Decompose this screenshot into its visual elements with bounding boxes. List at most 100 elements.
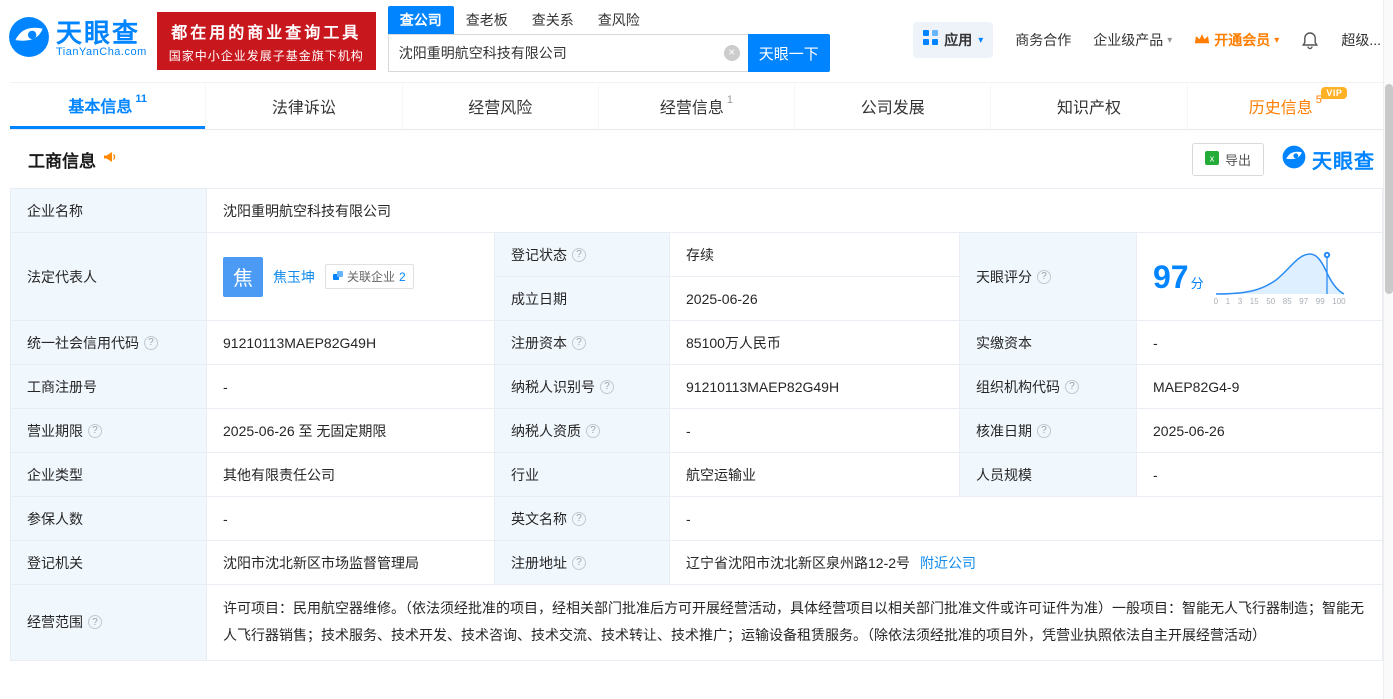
field-label: 企业类型 [11, 453, 207, 497]
help-icon[interactable]: ? [600, 380, 614, 394]
clear-search-icon[interactable]: × [724, 45, 740, 61]
announcement-icon [102, 149, 118, 170]
help-icon[interactable]: ? [572, 336, 586, 350]
help-icon[interactable]: ? [144, 336, 158, 350]
field-label: 纳税人资质 [511, 421, 581, 441]
nav-business-cooperation[interactable]: 商务合作 [1015, 30, 1071, 50]
crown-icon [1194, 32, 1210, 48]
help-icon[interactable]: ? [572, 556, 586, 570]
search-button[interactable]: 天眼一下 [748, 34, 830, 72]
business-term-value: 2025-06-26 至 无固定期限 [207, 409, 495, 453]
tab-operation-risk[interactable]: 经营风险 [402, 83, 598, 129]
field-label: 注册资本 [511, 333, 567, 353]
field-label-cell: 营业期限? [11, 409, 207, 453]
reg-address-value: 辽宁省沈阳市沈北新区泉州路12-2号 [686, 553, 910, 573]
legal-rep-cell: 焦 焦玉坤 关联企业 2 [207, 233, 495, 321]
help-icon[interactable]: ? [88, 424, 102, 438]
tab-basic-info[interactable]: 基本信息 11 [10, 83, 205, 129]
related-companies-badge[interactable]: 关联企业 2 [325, 264, 414, 289]
search-tab-company[interactable]: 查公司 [388, 6, 454, 34]
approval-date-value: 2025-06-26 [1137, 409, 1383, 453]
field-label: 英文名称 [511, 509, 567, 529]
insured-count-value: - [207, 497, 495, 541]
tab-history-info[interactable]: 历史信息 5 VIP [1187, 83, 1383, 129]
help-icon[interactable]: ? [1065, 380, 1079, 394]
help-icon[interactable]: ? [88, 615, 102, 629]
field-label: 企业名称 [11, 189, 207, 233]
tab-intellectual-property[interactable]: 知识产权 [990, 83, 1186, 129]
main-content: 工商信息 x 导出 天眼查 [0, 130, 1393, 661]
legal-rep-avatar[interactable]: 焦 [223, 257, 263, 297]
field-label-cell: 注册资本? [495, 321, 670, 365]
svg-text:x: x [1210, 153, 1215, 163]
tab-label: 历史信息 [1249, 94, 1313, 118]
axis-tick: 0 [1214, 297, 1218, 306]
export-button[interactable]: x 导出 [1192, 143, 1264, 176]
tab-count: 11 [135, 93, 147, 105]
reg-number-value: - [207, 365, 495, 409]
score-value: 97 [1153, 259, 1189, 295]
axis-tick: 97 [1299, 297, 1308, 306]
field-label-cell: 统一社会信用代码? [11, 321, 207, 365]
apps-label: 应用 [944, 30, 972, 50]
tab-count: 1 [727, 94, 733, 106]
help-icon[interactable]: ? [572, 248, 586, 262]
tianyancha-logo-icon [1282, 145, 1306, 174]
axis-tick: 100 [1332, 297, 1345, 306]
tab-label: 经营风险 [468, 94, 532, 118]
score-unit: 分 [1191, 276, 1204, 291]
reg-address-cell: 辽宁省沈阳市沈北新区泉州路12-2号 附近公司 [670, 541, 1383, 585]
chevron-down-icon: ▾ [1274, 35, 1279, 46]
field-label: 实缴资本 [960, 321, 1137, 365]
field-label: 营业期限 [27, 421, 83, 441]
field-label-cell: 注册地址? [495, 541, 670, 585]
vip-badge: VIP [1321, 87, 1347, 99]
scrollbar-thumb[interactable] [1385, 84, 1393, 294]
section-title: 工商信息 [28, 147, 96, 172]
tab-legal-proceedings[interactable]: 法律诉讼 [205, 83, 401, 129]
company-type-value: 其他有限责任公司 [207, 453, 495, 497]
nav-super-vip[interactable]: 超级... [1341, 30, 1381, 50]
field-label: 人员规模 [960, 453, 1137, 497]
paid-capital-value: - [1137, 321, 1383, 365]
field-label: 成立日期 [495, 277, 670, 321]
field-label: 经营范围 [27, 612, 83, 632]
header-nav: 应用 ▾ 商务合作 企业级产品 ▾ 开通会员 ▾ 超级... [913, 22, 1381, 58]
english-name-value: - [670, 497, 1383, 541]
apps-menu-button[interactable]: 应用 ▾ [913, 22, 993, 58]
tab-company-development[interactable]: 公司发展 [794, 83, 990, 129]
search-tab-risk[interactable]: 查风险 [586, 6, 652, 34]
nav-open-membership-label: 开通会员 [1214, 30, 1270, 50]
reg-authority-value: 沈阳市沈北新区市场监督管理局 [207, 541, 495, 585]
search-tab-relation[interactable]: 查关系 [520, 6, 586, 34]
score-curve-chart: 0 1 3 15 50 85 97 99 100 [1214, 248, 1346, 306]
tab-label: 公司发展 [861, 94, 925, 118]
taxpayer-id-value: 91210113MAEP82G49H [670, 365, 960, 409]
field-label-cell: 纳税人资质? [495, 409, 670, 453]
axis-tick: 99 [1316, 297, 1325, 306]
help-icon[interactable]: ? [1037, 270, 1051, 284]
nav-enterprise-products[interactable]: 企业级产品 ▾ [1093, 30, 1172, 50]
help-icon[interactable]: ? [586, 424, 600, 438]
field-label: 参保人数 [11, 497, 207, 541]
tab-operation-info[interactable]: 经营信息 1 [598, 83, 794, 129]
related-companies-label: 关联企业 [347, 268, 395, 285]
field-label: 行业 [495, 453, 670, 497]
tianyancha-logo[interactable]: 天眼查 TianYanCha.com [8, 16, 147, 63]
field-label: 工商注册号 [11, 365, 207, 409]
axis-tick: 50 [1266, 297, 1275, 306]
related-company-icon [333, 270, 343, 284]
watermark-text: 天眼查 [1312, 145, 1375, 174]
help-icon[interactable]: ? [1037, 424, 1051, 438]
top-header: 天眼查 TianYanCha.com 都在用的商业查询工具 国家中小企业发展子基… [0, 0, 1393, 82]
org-code-value: MAEP82G4-9 [1137, 365, 1383, 409]
search-input[interactable] [388, 34, 748, 72]
legal-rep-link[interactable]: 焦玉坤 [273, 267, 315, 287]
nearby-companies-link[interactable]: 附近公司 [920, 553, 976, 573]
notification-bell-icon[interactable] [1301, 31, 1319, 50]
business-scope-value: 许可项目：民用航空器维修。（依法须经批准的项目，经相关部门批准后方可开展经营活动… [207, 585, 1383, 661]
field-label-cell: 组织机构代码? [960, 365, 1137, 409]
help-icon[interactable]: ? [572, 512, 586, 526]
search-tab-boss[interactable]: 查老板 [454, 6, 520, 34]
nav-open-membership[interactable]: 开通会员 ▾ [1194, 30, 1279, 50]
